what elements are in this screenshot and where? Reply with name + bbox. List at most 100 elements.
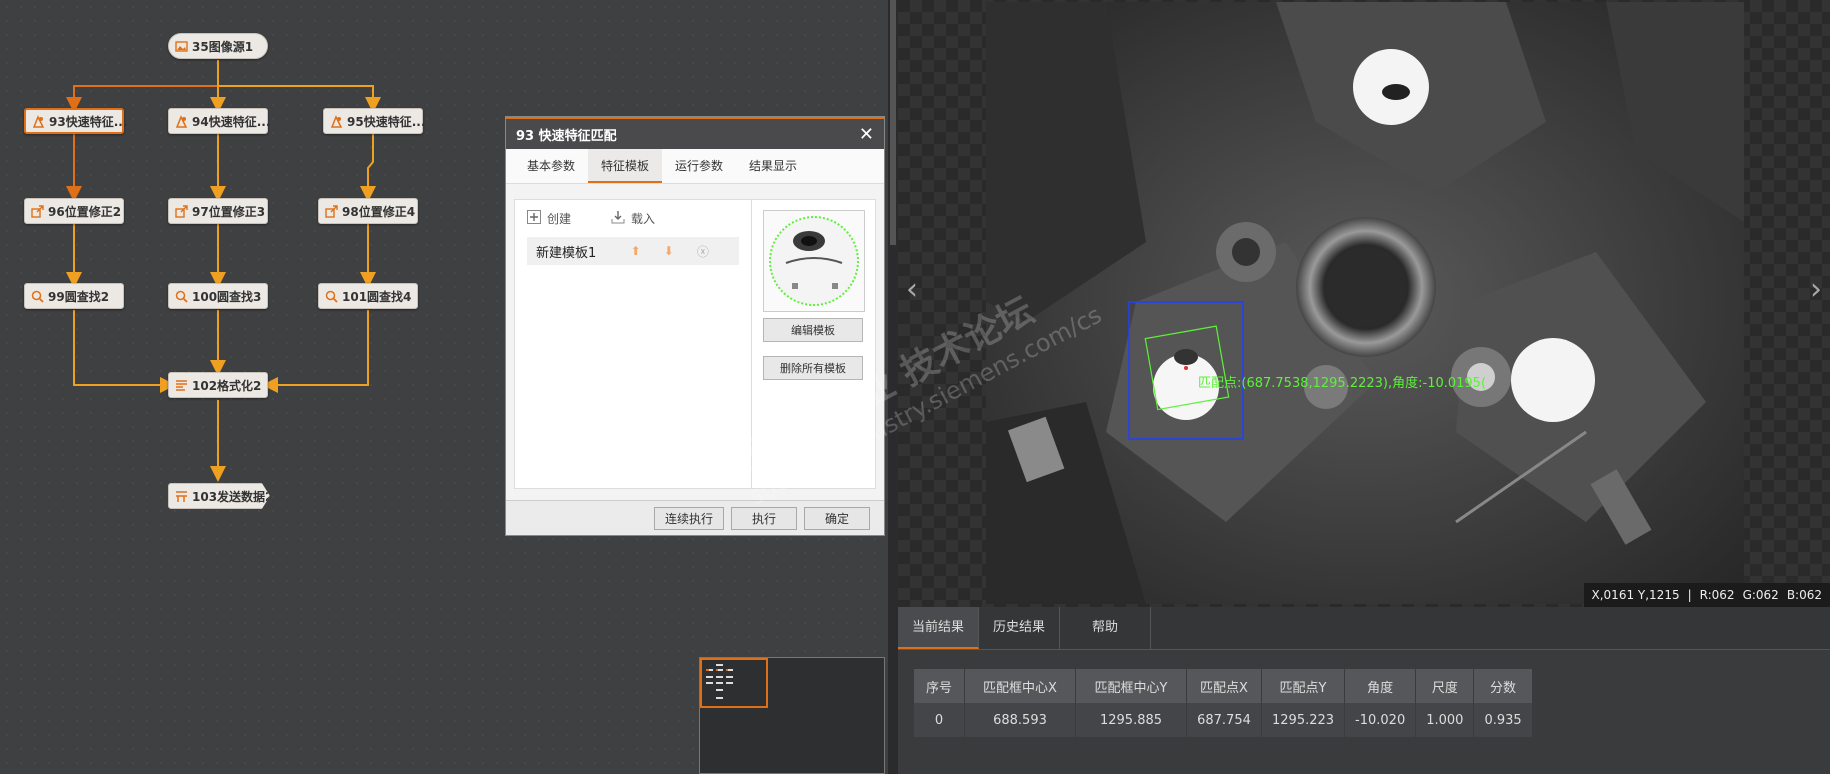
node-label: 102格式化2 [192, 378, 262, 393]
load-label: 载入 [631, 212, 656, 226]
next-image-icon[interactable]: › [1810, 272, 1822, 307]
circle-find-icon [31, 290, 44, 303]
template-panel: 创建 载入 新建模板1 ⬆ ⬇ ⓧ 编辑模板 删除所有模板 [514, 199, 876, 489]
node-position-fix-97[interactable]: 97位置修正3 [168, 198, 268, 224]
table-cell: 1295.885 [1075, 703, 1187, 737]
circle-find-icon [175, 290, 188, 303]
node-fast-feature-93[interactable]: 93快速特征... [24, 108, 128, 134]
position-fix-icon [325, 204, 338, 218]
template-name: 新建模板1 [536, 245, 597, 261]
status-b: B:062 [1786, 588, 1822, 602]
tab-run-params[interactable]: 运行参数 [662, 149, 736, 183]
table-cell: 687.754 [1186, 703, 1262, 737]
dialog-tabs: 基本参数 特征模板 运行参数 结果显示 [506, 149, 884, 184]
node-image-source[interactable]: 35图像源1 [168, 33, 268, 59]
tab-result-display[interactable]: 结果显示 [736, 149, 810, 183]
create-label: 创建 [547, 212, 572, 226]
feature-match-icon [330, 114, 343, 128]
panel-splitter[interactable] [888, 0, 898, 774]
tab-help[interactable]: 帮助 [1060, 607, 1151, 649]
image-viewer[interactable]: 匹配点:(687.7538,1295.2223),角度:-10.0195( ‹ … [898, 0, 1830, 607]
node-label: 97位置修正3 [192, 204, 266, 219]
node-fast-feature-94[interactable]: 94快速特征... [168, 108, 271, 134]
node-label: 100圆查找3 [192, 289, 262, 304]
delete-circle-icon[interactable]: ⓧ [697, 243, 730, 260]
template-list-panel: 创建 载入 新建模板1 ⬆ ⬇ ⓧ [515, 200, 752, 488]
close-icon[interactable]: ✕ [859, 124, 874, 145]
arrow-down-icon[interactable]: ⬇ [664, 244, 697, 258]
node-label: 35图像源1 [192, 39, 254, 54]
flow-minimap[interactable] [699, 657, 885, 774]
pixel-status-bar: X,0161 Y,1215 | R:062 G:062 B:062 [1583, 583, 1830, 607]
node-label: 93快速特征... [49, 114, 128, 129]
node-position-fix-96[interactable]: 96位置修正2 [24, 198, 124, 224]
column-header: 匹配框中心Y [1075, 669, 1187, 703]
node-circle-find-101[interactable]: 101圆查找4 [318, 283, 418, 309]
node-label: 103发送数据2 [192, 489, 274, 504]
column-header: 角度 [1344, 669, 1417, 703]
run-button[interactable]: 执行 [731, 507, 797, 530]
results-tabs: 当前结果 历史结果 帮助 [898, 607, 1830, 650]
flow-canvas[interactable]: 35图像源1 93快速特征... 94快速特征... 95快速特征... 96位… [0, 0, 895, 774]
circle-find-icon [325, 290, 338, 303]
delete-all-templates-button[interactable]: 删除所有模板 [763, 356, 863, 380]
table-row[interactable]: 0 688.593 1295.885 687.754 1295.223 -10.… [914, 703, 1533, 737]
dialog-footer: 连续执行 执行 确定 [506, 500, 884, 535]
tab-current-result[interactable]: 当前结果 [898, 607, 979, 649]
template-list-item[interactable]: 新建模板1 ⬆ ⬇ ⓧ [527, 237, 739, 265]
load-template-button[interactable]: 载入 [611, 210, 655, 227]
dialog-title: 93 快速特征匹配 [516, 128, 617, 144]
column-header: 匹配框中心X [964, 669, 1076, 703]
table-cell: 688.593 [964, 703, 1076, 737]
status-separator: | [1687, 588, 1692, 602]
column-header: 匹配点X [1186, 669, 1262, 703]
position-fix-icon [31, 204, 44, 218]
format-icon [175, 379, 188, 392]
node-send-data-103[interactable]: 103发送数据2 [168, 483, 270, 509]
column-header: 分数 [1473, 669, 1533, 703]
fast-feature-match-dialog: 93 快速特征匹配 ✕ 基本参数 特征模板 运行参数 结果显示 创建 载入 新建… [505, 116, 885, 536]
node-label: 99圆查找2 [48, 289, 110, 304]
prev-image-icon[interactable]: ‹ [906, 272, 918, 307]
status-coordinates: X,0161 Y,1215 [1591, 588, 1680, 602]
table-header-row: 序号 匹配框中心X 匹配框中心Y 匹配点X 匹配点Y 角度 尺度 分数 [914, 669, 1533, 703]
splitter-scrollbar[interactable] [890, 0, 896, 245]
template-preview-image [769, 216, 859, 306]
node-label: 94快速特征... [192, 114, 271, 129]
column-header: 匹配点Y [1261, 669, 1346, 703]
status-r: R:062 [1699, 588, 1735, 602]
ok-button[interactable]: 确定 [804, 507, 870, 530]
image-icon [175, 40, 188, 53]
match-overlay-text: 匹配点:(687.7538,1295.2223),角度:-10.0195( [1198, 376, 1487, 391]
arrow-up-icon[interactable]: ⬆ [631, 244, 664, 258]
tab-feature-template[interactable]: 特征模板 [588, 149, 663, 183]
camera-image [986, 2, 1744, 604]
edit-template-button[interactable]: 编辑模板 [763, 318, 863, 342]
send-data-icon [175, 490, 188, 503]
node-label: 95快速特征... [347, 114, 426, 129]
node-label: 101圆查找4 [342, 289, 412, 304]
node-label: 98位置修正4 [342, 204, 416, 219]
create-template-button[interactable]: 创建 [527, 210, 571, 227]
node-position-fix-98[interactable]: 98位置修正4 [318, 198, 418, 224]
template-thumbnail [763, 210, 865, 312]
import-icon [611, 210, 625, 227]
template-toolbar: 创建 载入 [515, 200, 751, 237]
feature-match-icon [175, 114, 188, 128]
column-header: 尺度 [1415, 669, 1475, 703]
node-label: 96位置修正2 [48, 204, 122, 219]
results-panel: 当前结果 历史结果 帮助 序号 匹配框中心X 匹配框中心Y 匹配点X 匹配点Y … [898, 607, 1830, 774]
dialog-title-bar[interactable]: 93 快速特征匹配 ✕ [506, 117, 884, 149]
node-circle-find-99[interactable]: 99圆查找2 [24, 283, 124, 309]
position-fix-icon [175, 204, 188, 218]
table-cell: 1295.223 [1261, 703, 1346, 737]
run-continuous-button[interactable]: 连续执行 [654, 507, 724, 530]
table-cell: -10.020 [1344, 703, 1417, 737]
node-format-102[interactable]: 102格式化2 [168, 372, 268, 398]
tab-history-result[interactable]: 历史结果 [979, 607, 1060, 649]
node-fast-feature-95[interactable]: 95快速特征... [323, 108, 426, 134]
tab-basic-params[interactable]: 基本参数 [514, 149, 588, 183]
node-circle-find-100[interactable]: 100圆查找3 [168, 283, 268, 309]
column-header: 序号 [914, 669, 965, 703]
table-cell: 0 [914, 703, 965, 737]
